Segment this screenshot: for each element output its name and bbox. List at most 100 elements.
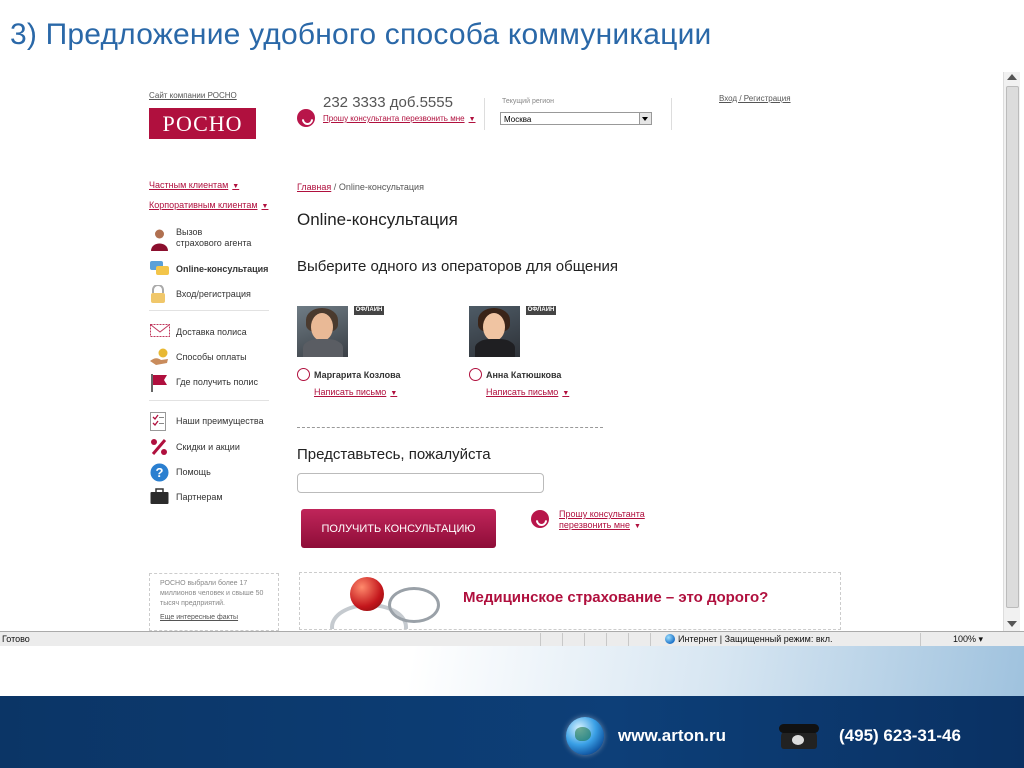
sidebar-item-label: Способы оплаты: [176, 352, 247, 362]
scrollbar-thumb[interactable]: [1006, 86, 1019, 608]
sidebar-item-advantages[interactable]: Наши преимущества: [150, 412, 264, 431]
get-consultation-button[interactable]: ПОЛУЧИТЬ КОНСУЛЬТАЦИЮ: [301, 509, 496, 548]
status-cell-divider: [650, 633, 651, 646]
zoom-control[interactable]: 100% ▾: [953, 634, 983, 645]
offline-badge: ОФЛАЙН: [526, 306, 556, 315]
sidebar-item-help[interactable]: ? Помощь: [150, 463, 211, 482]
chevron-down-icon: ▼: [261, 203, 269, 210]
percent-icon: [150, 438, 169, 457]
globe-icon: [566, 717, 604, 755]
browser-status-bar: Готово Интернет | Защищенный режим: вкл.…: [0, 631, 1024, 646]
company-site-link[interactable]: Сайт компании РОСНО: [149, 91, 237, 100]
status-cell-divider: [562, 633, 563, 646]
operator-name: Маргарита Козлова: [314, 370, 401, 380]
corporate-clients-label: Корпоративным клиентам: [149, 200, 258, 210]
sidebar-item-payment[interactable]: Способы оплаты: [150, 348, 247, 367]
corporate-clients-menu[interactable]: Корпоративным клиентам ▼: [149, 200, 268, 210]
status-cell-divider: [584, 633, 585, 646]
breadcrumb-home-link[interactable]: Главная: [297, 182, 331, 192]
sidebar-item-label: Вход/регистрация: [176, 289, 251, 299]
flag-icon: [150, 373, 169, 392]
sidebar-item-online-consultation[interactable]: Online-консультация: [150, 260, 268, 279]
security-zone[interactable]: Интернет | Защищенный режим: вкл.: [665, 634, 832, 644]
promo-facts-box: РОСНО выбрали более 17 миллионов человек…: [149, 573, 279, 631]
sidebar-divider: [149, 400, 269, 401]
svg-text:?: ?: [156, 465, 164, 480]
promo-facts-link[interactable]: Еще интересные факты: [160, 613, 268, 623]
chevron-down-icon: ▼: [468, 116, 476, 123]
browser-viewport: Сайт компании РОСНО РОСНО 232 3333 доб.5…: [0, 72, 1024, 646]
sidebar-item-label: Где получить полис: [176, 377, 258, 387]
write-letter-link[interactable]: Написать письмо ▼: [486, 387, 569, 397]
promo-text: РОСНО выбрали более 17 миллионов человек…: [160, 580, 264, 607]
breadcrumb-current: Online-консультация: [338, 182, 424, 192]
apple-icon: [350, 577, 384, 611]
dropdown-arrow-icon[interactable]: [639, 113, 651, 124]
callback-line-1: Прошу консультанта: [559, 509, 645, 519]
stethoscope-icon: [388, 587, 440, 623]
status-cell-divider: [606, 633, 607, 646]
sidebar-item-delivery[interactable]: Доставка полиса: [150, 323, 247, 342]
header-callback-label: Прошу консультанта перезвонить мне: [323, 114, 465, 123]
medical-insurance-banner[interactable]: Медицинское страхование – это дорого?: [299, 572, 841, 630]
chevron-down-icon: ▼: [232, 183, 240, 190]
sidebar-item-label: Партнерам: [176, 492, 223, 502]
region-value: Москва: [504, 115, 532, 124]
operator-name: Анна Катюшкова: [486, 370, 562, 380]
vertical-scrollbar[interactable]: [1003, 72, 1020, 631]
envelope-icon: [150, 323, 170, 342]
header-divider: [484, 98, 485, 130]
write-letter-label: Написать письмо: [314, 387, 387, 397]
scroll-up-arrow-icon[interactable]: [1007, 74, 1017, 80]
chevron-down-icon: ▼: [390, 390, 398, 397]
write-letter-link[interactable]: Написать письмо ▼: [314, 387, 397, 397]
footer-website[interactable]: www.arton.ru: [618, 726, 726, 746]
header-phone-number: 232 3333 доб.5555: [323, 94, 453, 111]
chevron-down-icon: ▼: [633, 523, 641, 530]
lock-icon: [150, 284, 169, 304]
name-input[interactable]: [297, 473, 544, 493]
main-callback-link[interactable]: Прошу консультанта перезвонить мне ▼: [559, 509, 645, 532]
section-divider: [297, 427, 603, 428]
header-divider: [671, 98, 672, 130]
slide-title: 3) Предложение удобного способа коммуник…: [10, 18, 712, 51]
sidebar-item-call-agent[interactable]: Вызов страхового агента: [150, 227, 251, 251]
help-icon: ?: [150, 463, 169, 482]
hand-coin-icon: [150, 348, 169, 367]
security-zone-label: Интернет | Защищенный режим: вкл.: [678, 634, 833, 644]
operator-photo-kozlova: [297, 306, 348, 357]
sidebar-item-get-policy[interactable]: Где получить полис: [150, 373, 258, 392]
status-cell-divider: [540, 633, 541, 646]
page-title: Online-консультация: [297, 210, 458, 229]
login-register-link[interactable]: Вход / Регистрация: [719, 94, 791, 103]
telephone-handset: [779, 724, 819, 733]
operator-body: [303, 339, 343, 357]
header-callback-link[interactable]: Прошу консультанта перезвонить мне ▼: [323, 114, 476, 123]
status-ready: Готово: [2, 634, 30, 644]
chat-icon: [150, 260, 169, 279]
operator-face: [483, 313, 505, 341]
zoom-value: 100%: [953, 634, 977, 644]
scroll-down-arrow-icon[interactable]: [1007, 621, 1017, 627]
operator-radio-katyushkova[interactable]: [469, 368, 482, 381]
region-select[interactable]: Москва: [500, 112, 652, 125]
banner-text: Медицинское страхование – это дорого?: [463, 589, 769, 606]
sidebar-item-partners[interactable]: Партнерам: [150, 488, 223, 507]
operator-photo-katyushkova: [469, 306, 520, 357]
agent-icon: [150, 229, 169, 251]
breadcrumb: Главная / Online-консультация: [297, 182, 424, 192]
private-clients-label: Частным клиентам: [149, 180, 229, 190]
private-clients-menu[interactable]: Частным клиентам ▼: [149, 180, 239, 190]
rosno-logo[interactable]: РОСНО: [149, 108, 256, 139]
checklist-icon: [150, 412, 169, 431]
breadcrumb-separator: /: [333, 182, 337, 192]
telephone-dial: [792, 735, 804, 745]
sidebar-item-login[interactable]: Вход/регистрация: [150, 284, 251, 304]
operator-body: [475, 339, 515, 357]
sidebar-item-discounts[interactable]: Скидки и акции: [150, 438, 240, 457]
sidebar-item-label: Наши преимущества: [176, 416, 264, 426]
operator-face: [311, 313, 333, 341]
introduce-heading: Представьтесь, пожалуйста: [297, 446, 491, 463]
briefcase-icon: [150, 488, 169, 507]
operator-radio-kozlova[interactable]: [297, 368, 310, 381]
